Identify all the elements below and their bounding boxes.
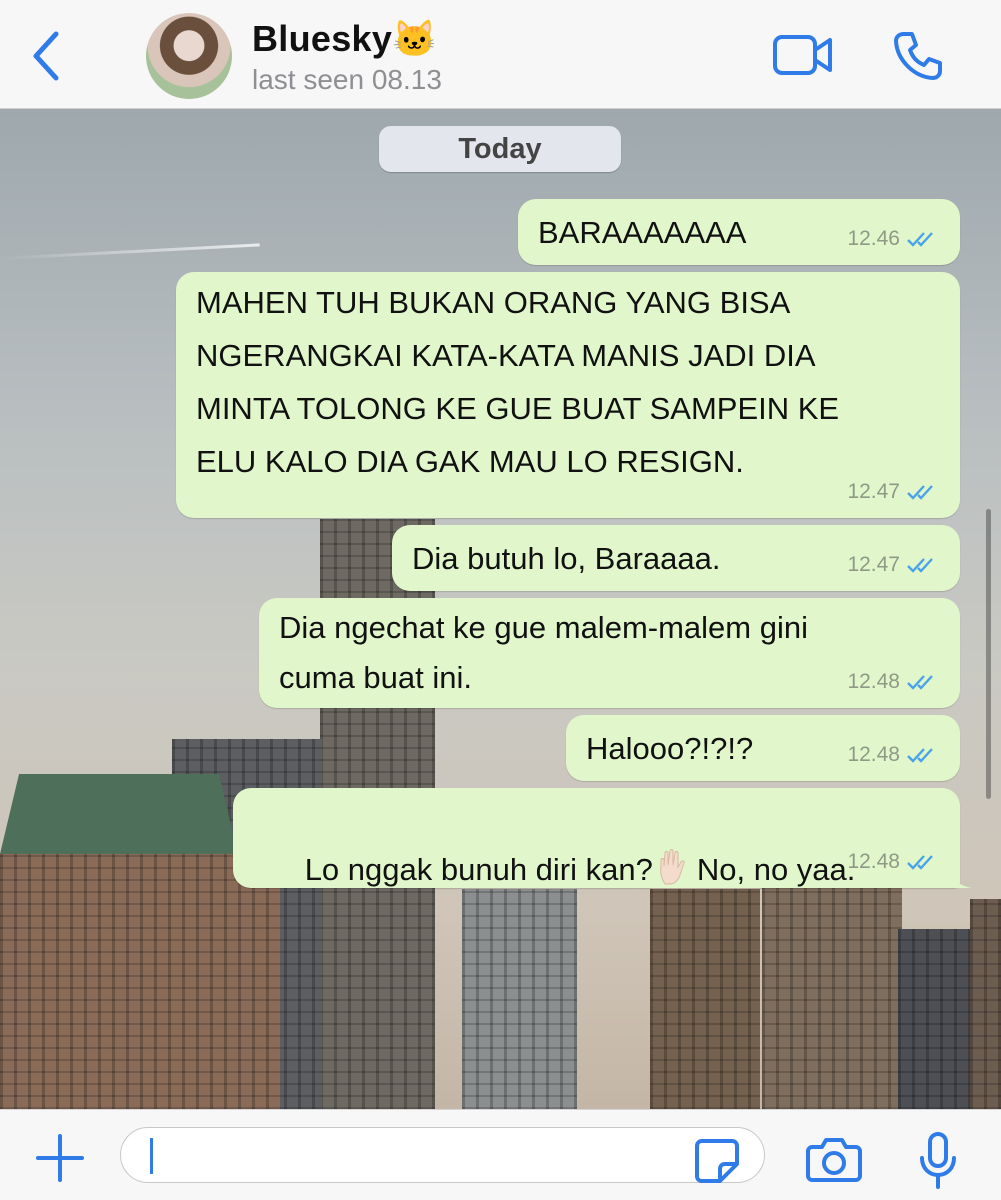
message-bubble[interactable]: BARAAAAAAA 12.46 bbox=[518, 199, 960, 265]
read-ticks-icon bbox=[907, 748, 933, 763]
chevron-left-icon[interactable] bbox=[28, 30, 68, 82]
raised-hand-icon bbox=[660, 849, 685, 885]
message-meta: 12.47 bbox=[847, 480, 940, 504]
sticker-icon[interactable] bbox=[694, 1138, 740, 1184]
message-bubble[interactable]: Dia ngechat ke gue malem-malem gini cuma… bbox=[259, 598, 960, 708]
message-meta: 12.48 bbox=[847, 850, 940, 874]
message-bubble[interactable]: Dia butuh lo, Baraaaa. 12.47 bbox=[392, 525, 960, 591]
wallpaper-contrail bbox=[0, 243, 260, 260]
message-text: Lo nggak bunuh diri kan? No, no yaa. bbox=[253, 792, 855, 948]
message-meta: 12.47 bbox=[847, 553, 940, 577]
read-ticks-icon bbox=[907, 675, 933, 690]
date-separator: Today bbox=[379, 126, 621, 172]
message-time: 12.48 bbox=[847, 850, 900, 873]
message-meta: 12.48 bbox=[847, 670, 940, 694]
message-bubble[interactable]: MAHEN TUH BUKAN ORANG YANG BISA NGERANGK… bbox=[176, 272, 960, 518]
message-text-part: No, no yaa. bbox=[696, 852, 856, 887]
message-text: MAHEN TUH BUKAN ORANG YANG BISA NGERANGK… bbox=[196, 285, 840, 479]
video-camera-icon[interactable] bbox=[772, 32, 834, 78]
read-ticks-icon bbox=[907, 855, 933, 870]
message-text: Dia butuh lo, Baraaaa. bbox=[412, 541, 721, 576]
bubble-tail bbox=[948, 864, 972, 888]
message-time: 12.47 bbox=[847, 553, 900, 576]
wallpaper-building bbox=[898, 929, 978, 1109]
message-time: 12.46 bbox=[847, 227, 900, 250]
composer-bar bbox=[0, 1109, 1001, 1200]
message-input[interactable] bbox=[120, 1127, 765, 1183]
read-ticks-icon bbox=[907, 485, 933, 500]
read-ticks-icon bbox=[907, 558, 933, 573]
message-meta: 12.48 bbox=[847, 743, 940, 767]
message-time: 12.47 bbox=[847, 480, 900, 503]
message-text: Dia ngechat ke gue malem-malem gini cuma… bbox=[279, 610, 808, 695]
chat-area[interactable]: Today BARAAAAAAA 12.46 MAHEN TUH BUKAN O… bbox=[0, 109, 1001, 1109]
chat-header: Bluesky🐱 last seen 08.13 bbox=[0, 0, 1001, 109]
camera-icon[interactable] bbox=[806, 1136, 862, 1182]
microphone-icon[interactable] bbox=[918, 1132, 958, 1190]
message-meta: 12.46 bbox=[847, 227, 940, 251]
avatar[interactable] bbox=[146, 13, 232, 99]
last-seen-status: last seen 08.13 bbox=[252, 64, 442, 95]
message-time: 12.48 bbox=[847, 670, 900, 693]
message-text: Halooo?!?!? bbox=[586, 731, 754, 766]
phone-icon[interactable] bbox=[892, 30, 944, 82]
message-bubble[interactable]: Lo nggak bunuh diri kan? No, no yaa. 12.4… bbox=[233, 788, 972, 888]
text-cursor bbox=[150, 1138, 153, 1174]
message-text-part: Lo nggak bunuh diri kan? bbox=[304, 852, 653, 887]
message-text: BARAAAAAAA bbox=[538, 215, 747, 250]
read-ticks-icon bbox=[907, 232, 933, 247]
wallpaper-building bbox=[970, 899, 1001, 1109]
scroll-indicator[interactable] bbox=[986, 509, 991, 799]
wallpaper-building bbox=[0, 774, 238, 854]
plus-icon[interactable] bbox=[34, 1132, 86, 1184]
message-bubble[interactable]: Halooo?!?!? 12.48 bbox=[566, 715, 960, 781]
wallpaper-building bbox=[0, 854, 280, 1109]
contact-name[interactable]: Bluesky🐱 bbox=[252, 18, 437, 60]
message-time: 12.48 bbox=[847, 743, 900, 766]
